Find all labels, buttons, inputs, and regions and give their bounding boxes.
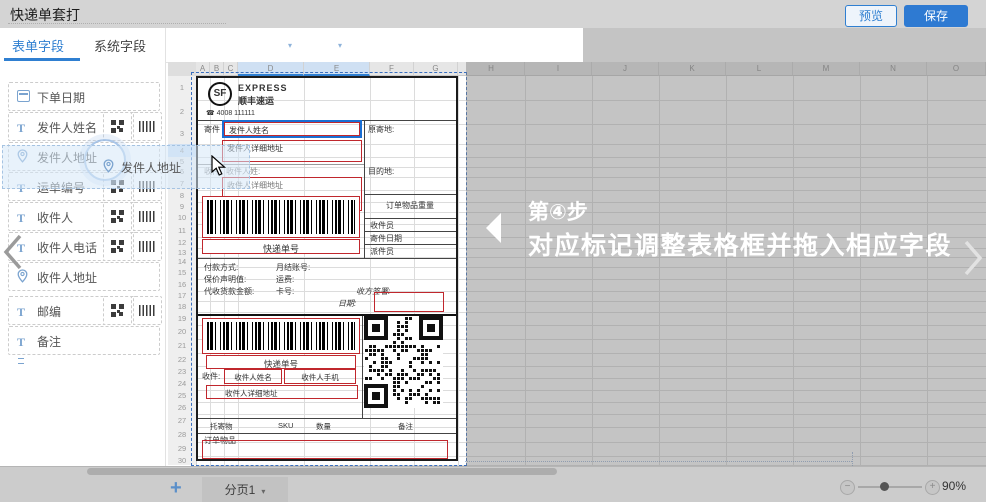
dim-overlay [583, 28, 986, 62]
barcode-option[interactable] [133, 202, 162, 231]
bottom-bar: + 分页1 ▾ − + 90% [0, 466, 986, 502]
barcode-icon [139, 241, 156, 252]
qr-option[interactable] [103, 112, 132, 141]
dim-overlay [466, 62, 986, 466]
zoom-in-button[interactable]: + [925, 480, 940, 495]
sidebar-item-label: 收件人地址 [37, 269, 97, 286]
sidebar-item-7[interactable]: 收件人地址 [8, 262, 160, 291]
title-underline [8, 23, 226, 24]
step-number: 第④步 [528, 196, 588, 226]
next-step-chevron-icon[interactable] [962, 238, 984, 278]
mouse-cursor [211, 155, 227, 177]
qr-icon [111, 240, 124, 253]
pin-icon [17, 270, 28, 287]
chevron-down-icon[interactable]: ▾ [338, 41, 342, 50]
page-title: 快递单套打 [10, 5, 80, 25]
zoom-out-button[interactable]: − [840, 480, 855, 495]
sidebar-item-label: 邮编 [37, 303, 61, 320]
qr-icon [111, 210, 124, 223]
field-sidebar: 下单日期T发件人姓名发件人地址T运单编号T收件人T收件人电话收件人地址T邮编T备… [0, 62, 165, 466]
sidebar-divider [165, 28, 166, 466]
barcode-option[interactable] [133, 296, 162, 325]
qr-option[interactable] [103, 232, 132, 261]
prev-step-chevron-icon[interactable] [2, 232, 24, 272]
barcode-option[interactable] [133, 232, 162, 261]
step-instruction: 对应标记调整表格框并拖入相应字段 [528, 226, 952, 262]
add-page-button[interactable]: + [170, 477, 182, 500]
drag-ghost-label: 发件人地址 [121, 159, 181, 176]
barcode-icon [139, 211, 156, 222]
barcode-icon [139, 305, 156, 316]
text-field-icon: T [17, 211, 25, 225]
tab-form-fields[interactable]: 表单字段 [12, 36, 64, 55]
tab-system-fields[interactable]: 系统字段 [94, 36, 146, 55]
sidebar-item-label: 备注 [37, 333, 61, 350]
text-field-icon: T [17, 305, 25, 319]
textarea-icon: T [17, 335, 25, 367]
selection-marquee [191, 72, 467, 466]
chevron-down-icon[interactable]: ▾ [261, 487, 265, 496]
pin-icon [103, 159, 114, 178]
barcode-option[interactable] [133, 112, 162, 141]
zoom-percentage: 90% [942, 479, 966, 493]
chevron-down-icon[interactable]: ▾ [288, 41, 292, 50]
title-bar: 快递单套打 预览 保存 [0, 0, 986, 29]
sidebar-item-label: 收件人电话 [37, 239, 97, 256]
zoom-slider-track[interactable] [858, 486, 922, 488]
sidebar-item-label: 发件人姓名 [37, 119, 97, 136]
sidebar-item-5[interactable]: T 收件人 [8, 202, 160, 231]
qr-option[interactable] [103, 202, 132, 231]
save-button[interactable]: 保存 [904, 5, 968, 27]
barcode-icon [139, 121, 156, 132]
sidebar-item-1[interactable]: 下单日期 [8, 82, 160, 111]
sidebar-item-2[interactable]: T 发件人姓名 [8, 112, 160, 141]
sidebar-item-9[interactable]: T备注 [8, 326, 160, 355]
sidebar-item-label: 下单日期 [37, 89, 85, 106]
qr-option[interactable] [103, 296, 132, 325]
sidebar-item-8[interactable]: T 邮编 [8, 296, 160, 325]
active-tab-underline [4, 58, 80, 61]
horizontal-scrollbar[interactable] [87, 468, 557, 475]
step-pointer-triangle [486, 213, 501, 243]
app-window: 快递单套打 预览 保存 表单字段 系统字段 宋体 ▾ 9 ▾ ↶↷BITUA▾▾… [0, 0, 986, 502]
page-tab[interactable]: 分页1 ▾ [202, 477, 288, 502]
qr-icon [111, 304, 124, 317]
sidebar-item-label: 收件人 [37, 209, 73, 226]
qr-icon [111, 120, 124, 133]
zoom-slider-handle[interactable] [880, 482, 889, 491]
preview-button[interactable]: 预览 [845, 5, 897, 27]
sidebar-item-6[interactable]: T收件人电话 [8, 232, 160, 261]
text-field-icon: T [17, 121, 25, 135]
calendar-icon [17, 90, 30, 102]
page-tab-label: 分页1 [225, 483, 256, 497]
